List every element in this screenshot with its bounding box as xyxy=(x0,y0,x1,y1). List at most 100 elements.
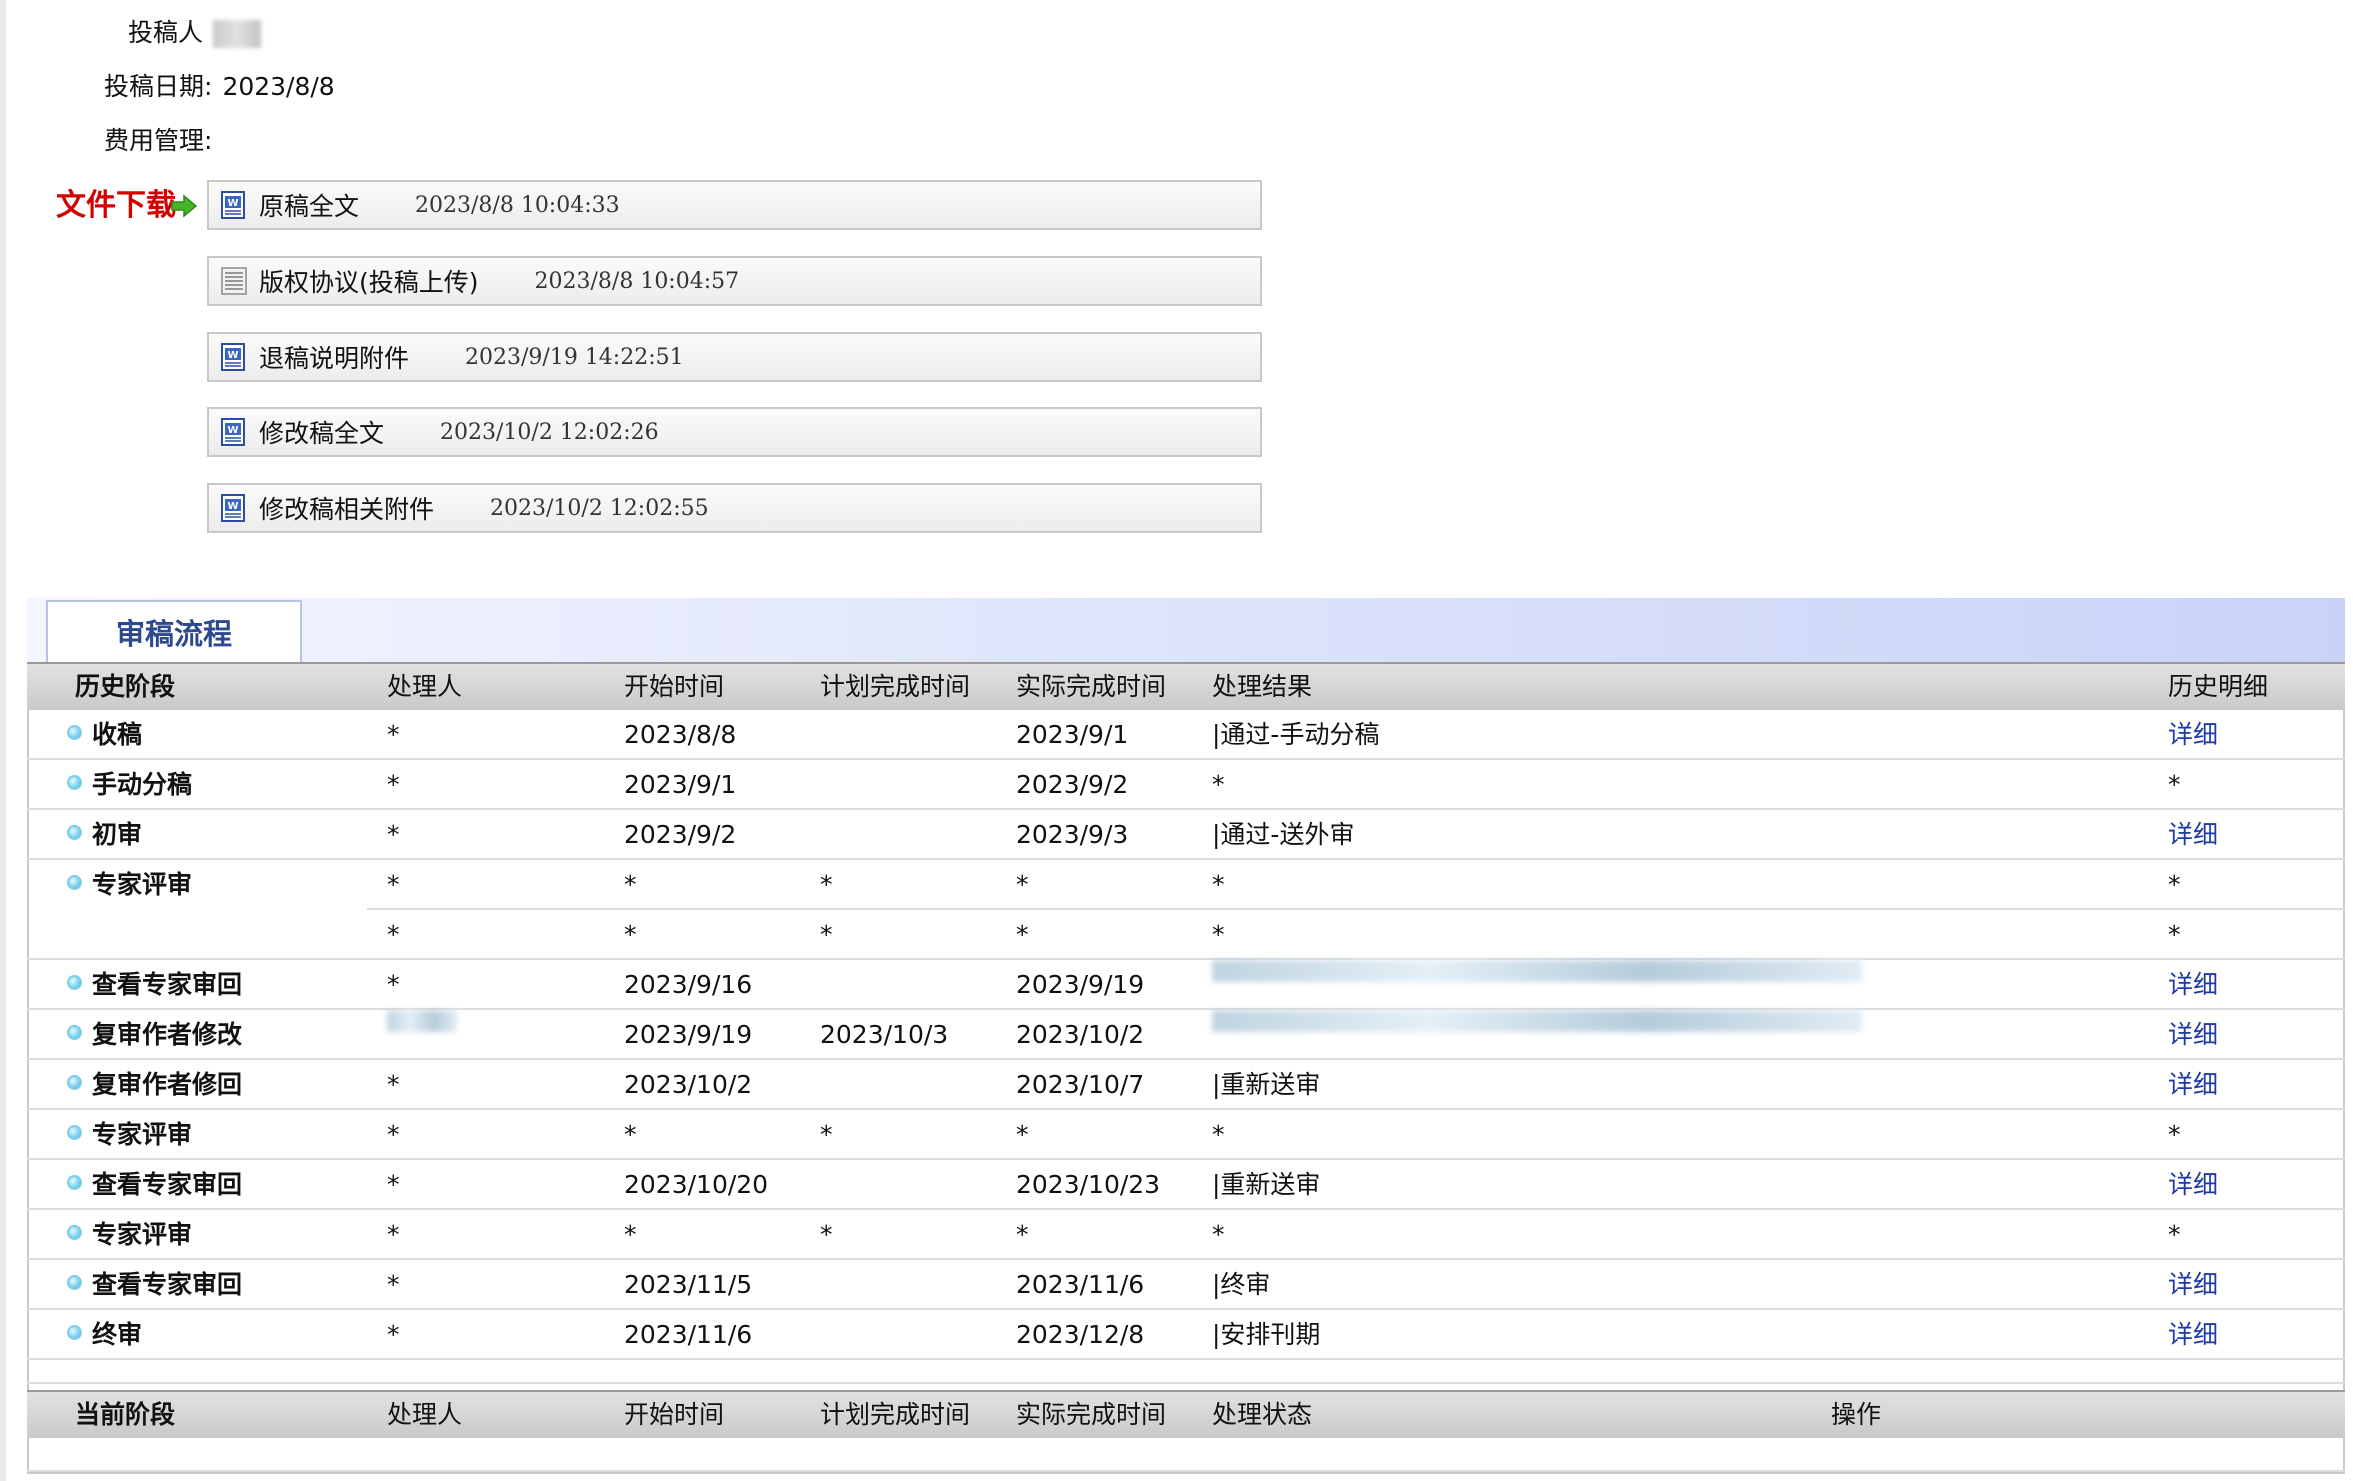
start-time: * xyxy=(624,870,637,899)
planned-time: * xyxy=(820,920,833,949)
table-spacer xyxy=(27,1360,2345,1384)
stage-name: 查看专家审回 xyxy=(67,1260,242,1310)
stage-name: 终审 xyxy=(67,1310,142,1360)
file-download-item[interactable]: W 退稿说明附件 2023/9/19 14:22:51 xyxy=(207,332,1262,382)
detail-link[interactable]: 详细 xyxy=(2168,960,2218,1010)
start-time: 2023/9/16 xyxy=(624,970,753,999)
submitter-label: 投稿人 xyxy=(128,18,204,47)
start-time: 2023/10/2 xyxy=(624,1070,753,1099)
svg-text:W: W xyxy=(227,501,238,512)
start-time: 2023/9/19 xyxy=(624,1020,753,1049)
column-header: 计划完成时间 xyxy=(820,672,971,701)
table-row: 复审作者修回 * 2023/10/2 2023/10/7 |重新送审 详细 xyxy=(27,1060,2345,1110)
column-header: 操作 xyxy=(1831,1400,1882,1429)
detail-link[interactable]: 详细 xyxy=(2168,1260,2218,1310)
start-time: 2023/9/1 xyxy=(624,770,737,799)
stage-name: 专家评审 xyxy=(67,1210,192,1260)
file-name[interactable]: 修改稿相关附件 xyxy=(259,490,434,526)
handler: * xyxy=(387,770,400,799)
file-name[interactable]: 原稿全文 xyxy=(259,187,359,223)
page: 投稿人 投稿日期: 2023/8/8 费用管理: 文件下载 审稿流程 W 原稿全文 2… xyxy=(0,0,2353,1481)
file-download-item[interactable]: W 修改稿相关附件 2023/10/2 12:02:55 xyxy=(207,483,1262,533)
current-table-header: 当前阶段 处理人 开始时间 计划完成时间 实际完成时间 处理状态 操作 xyxy=(27,1390,2345,1438)
column-header: 实际完成时间 xyxy=(1016,1400,1167,1429)
submitter-redacted xyxy=(213,20,262,48)
svg-text:W: W xyxy=(227,350,238,361)
actual-time: 2023/9/19 xyxy=(1016,970,1145,999)
handler: * xyxy=(387,970,400,999)
left-border xyxy=(0,0,6,1481)
actual-time: 2023/9/2 xyxy=(1016,770,1129,799)
handler: * xyxy=(387,1120,400,1149)
table-row: 查看专家审回 * 2023/10/20 2023/10/23 |重新送审 详细 xyxy=(27,1160,2345,1210)
handler: * xyxy=(387,1170,400,1199)
result: * xyxy=(1212,1120,1225,1149)
stage-name: 复审作者修回 xyxy=(67,1060,242,1110)
stage-name: 手动分稿 xyxy=(67,760,192,810)
stage-name: 初审 xyxy=(67,810,142,860)
file-download-label: 文件下载 xyxy=(56,188,176,223)
table-row: 专家评审 * * * * * * xyxy=(27,1210,2345,1260)
result: |重新送审 xyxy=(1212,1170,1321,1199)
submit-date-row: 投稿日期: 2023/8/8 xyxy=(104,70,335,104)
actual-time: * xyxy=(1016,1220,1029,1249)
detail-link[interactable]: 详细 xyxy=(2168,1060,2218,1110)
result: |通过-送外审 xyxy=(1212,820,1355,849)
actual-time: 2023/11/6 xyxy=(1016,1270,1145,1299)
detail-link[interactable]: 详细 xyxy=(2168,1160,2218,1210)
file-upload-time: 2023/9/19 14:22:51 xyxy=(465,344,684,370)
column-header: 开始时间 xyxy=(624,672,725,701)
text-doc-icon xyxy=(221,267,247,295)
submit-date-label: 投稿日期: xyxy=(104,72,213,101)
file-upload-time: 2023/8/8 10:04:33 xyxy=(415,192,620,218)
fee-label: 费用管理: xyxy=(104,126,213,155)
start-time: 2023/10/20 xyxy=(624,1170,769,1199)
result: * xyxy=(1212,870,1225,899)
file-upload-time: 2023/10/2 12:02:55 xyxy=(490,495,709,521)
file-name[interactable]: 修改稿全文 xyxy=(259,414,384,450)
file-name[interactable]: 退稿说明附件 xyxy=(259,339,409,375)
stage-name: 复审作者修改 xyxy=(67,1010,242,1060)
table-row: 专家评审 * * * * * * xyxy=(27,1110,2345,1160)
stage-name: 查看专家审回 xyxy=(67,960,242,1010)
word-doc-icon: W xyxy=(221,418,245,446)
submitter-row: 投稿人 xyxy=(128,16,262,50)
svg-text:W: W xyxy=(227,425,238,436)
column-header: 处理人 xyxy=(387,1400,463,1429)
fee-row: 费用管理: xyxy=(104,124,212,158)
handler: * xyxy=(387,1070,400,1099)
result: * xyxy=(1212,920,1225,949)
word-doc-icon: W xyxy=(221,191,245,219)
detail-link[interactable]: 详细 xyxy=(2168,810,2218,860)
tab-review-process[interactable]: 审稿流程 xyxy=(46,600,302,662)
submit-date-value: 2023/8/8 xyxy=(222,72,335,101)
file-name[interactable]: 版权协议(投稿上传) xyxy=(259,263,479,299)
actual-time: 2023/9/1 xyxy=(1016,720,1129,749)
history-table-header: 历史阶段 处理人 开始时间 计划完成时间 实际完成时间 处理结果 历史明细 xyxy=(27,662,2345,710)
detail: * xyxy=(2168,920,2181,949)
column-header: 处理结果 xyxy=(1212,672,1313,701)
start-time: * xyxy=(624,920,637,949)
file-download-item[interactable]: W 修改稿全文 2023/10/2 12:02:26 xyxy=(207,407,1262,457)
result: |重新送审 xyxy=(1212,1070,1321,1099)
actual-time: * xyxy=(1016,870,1029,899)
detail-link[interactable]: 详细 xyxy=(2168,1010,2218,1060)
result: * xyxy=(1212,770,1225,799)
actual-time: * xyxy=(1016,1120,1029,1149)
detail-link[interactable]: 详细 xyxy=(2168,710,2218,760)
planned-time: * xyxy=(820,1220,833,1249)
detail-link[interactable]: 详细 xyxy=(2168,1310,2218,1360)
file-upload-time: 2023/10/2 12:02:26 xyxy=(440,419,659,445)
handler: * xyxy=(387,1220,400,1249)
planned-time: * xyxy=(820,1120,833,1149)
handler: * xyxy=(387,920,400,949)
stage-name: 专家评审 xyxy=(67,860,192,910)
file-download-item[interactable]: 版权协议(投稿上传) 2023/8/8 10:04:57 xyxy=(207,256,1262,306)
handler: * xyxy=(387,820,400,849)
result: |通过-手动分稿 xyxy=(1212,720,1380,749)
column-header: 实际完成时间 xyxy=(1016,672,1167,701)
table-row: * * * * * * xyxy=(27,910,2345,960)
file-download-item[interactable]: W 原稿全文 2023/8/8 10:04:33 xyxy=(207,180,1262,230)
result: |安排刊期 xyxy=(1212,1320,1321,1349)
actual-time: 2023/10/2 xyxy=(1016,1020,1145,1049)
